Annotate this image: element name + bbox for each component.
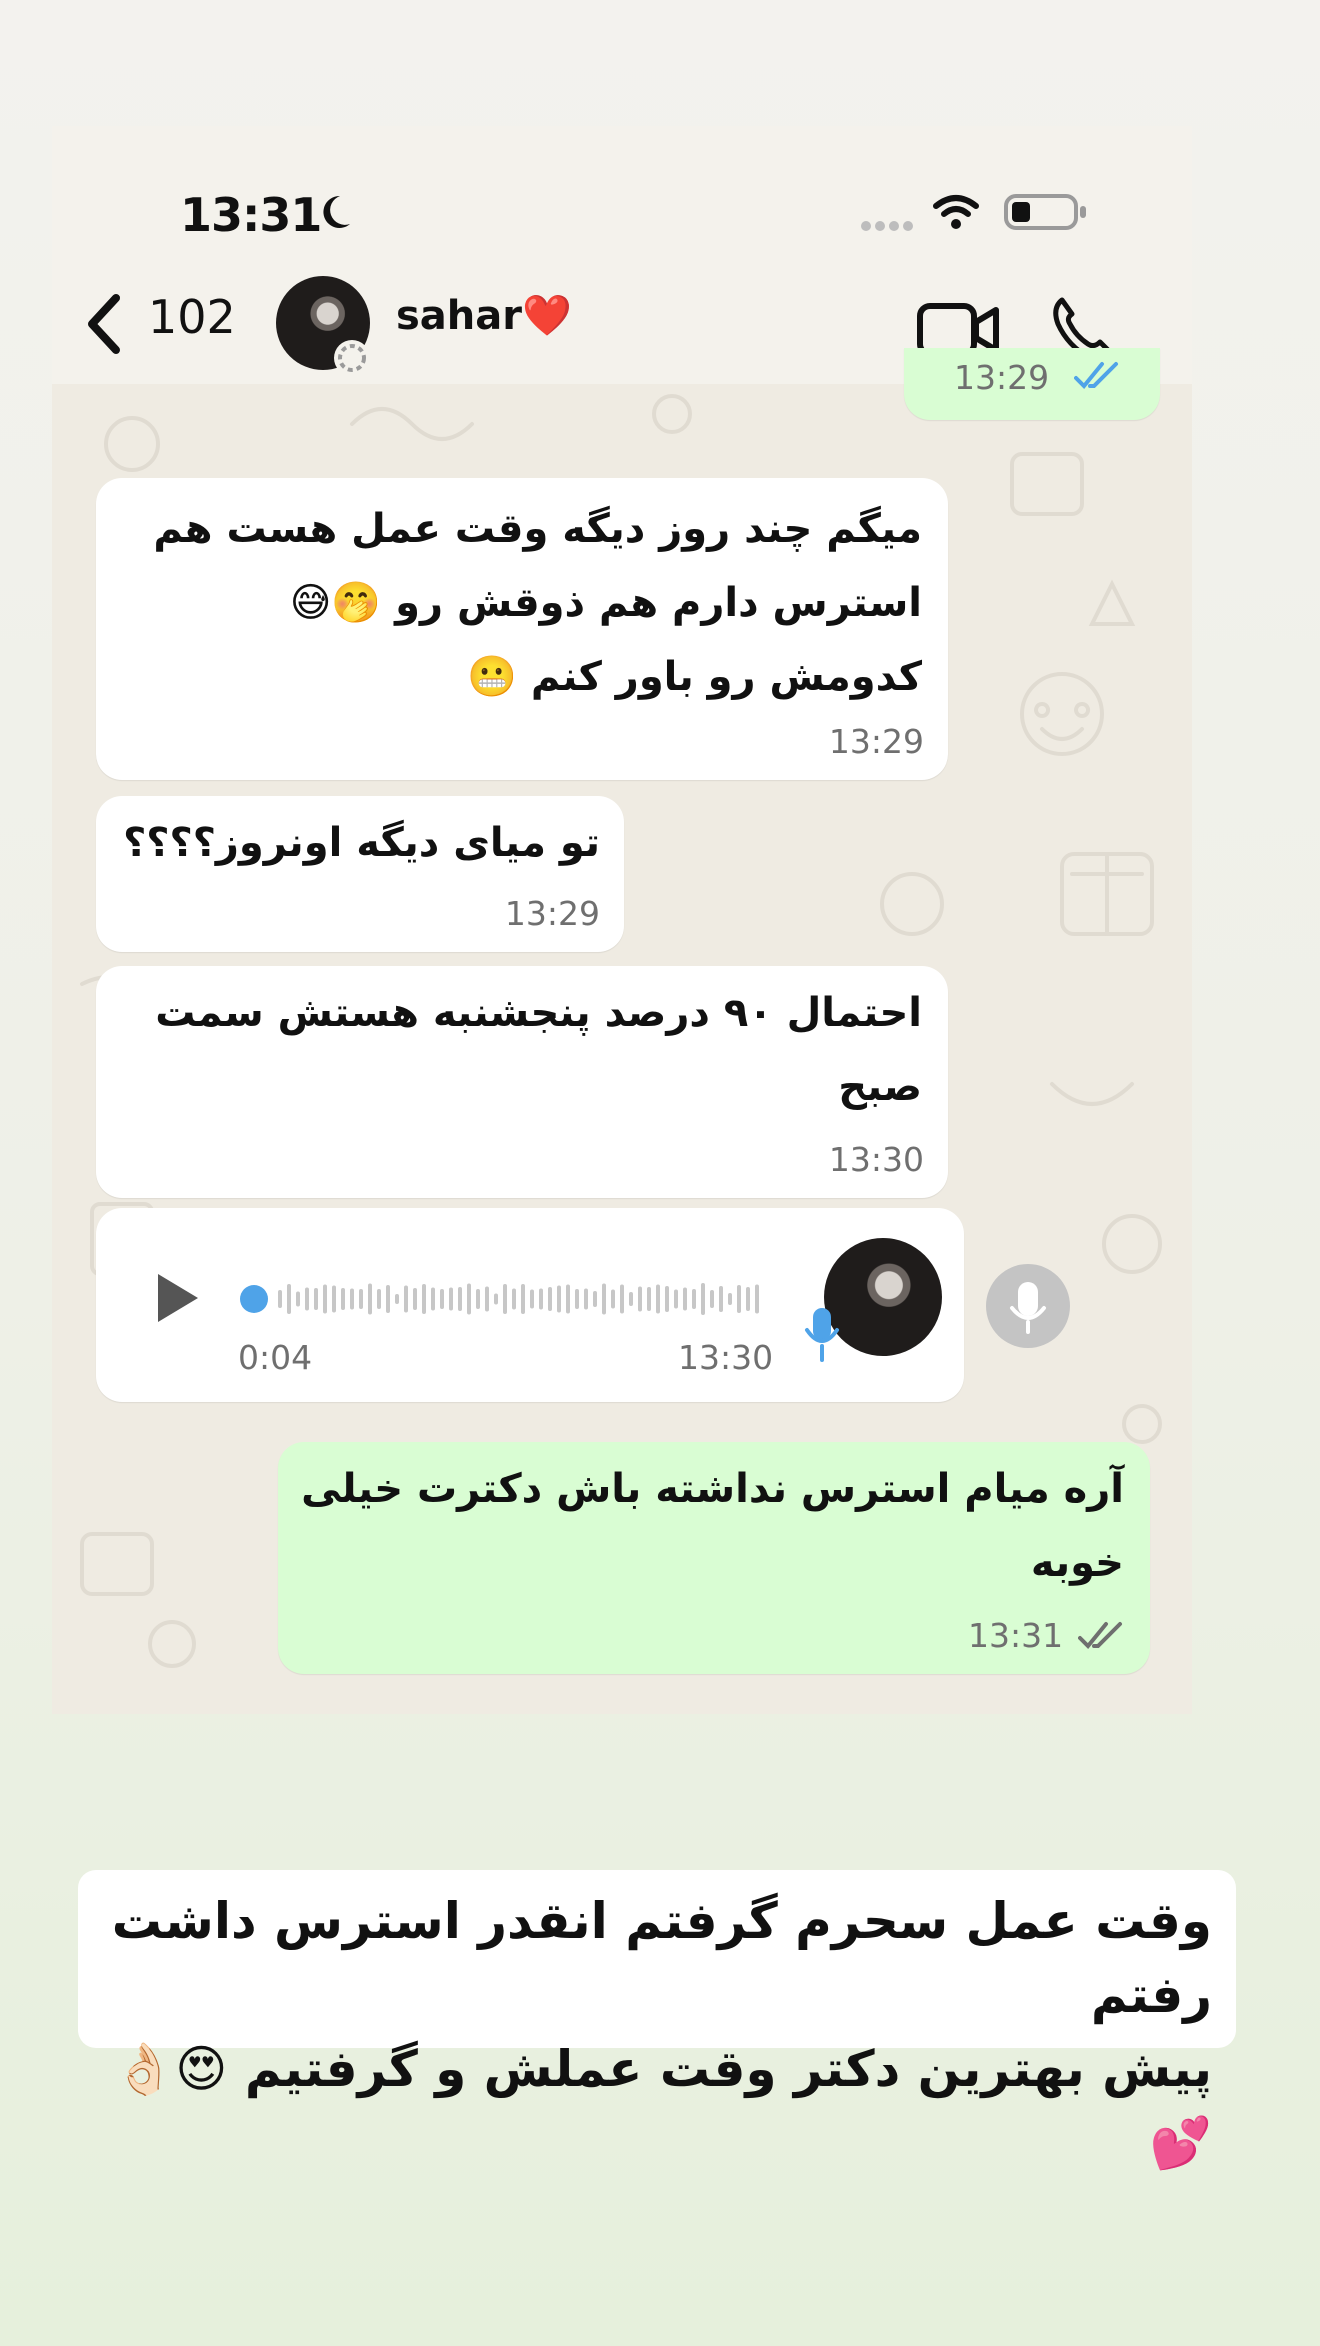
message-text: میگم چند روز دیگه وقت عمل هست هم استرس د… bbox=[153, 506, 922, 700]
waveform-bar bbox=[728, 1293, 732, 1305]
waveform-bar bbox=[521, 1284, 525, 1314]
waveform-bar bbox=[629, 1292, 633, 1306]
story-caption: وقت عمل سحرم گرفتم انقدر استرس داشت رفتم… bbox=[111, 1892, 1212, 2172]
audio-waveform[interactable] bbox=[238, 1274, 778, 1324]
message-text: آره میام استرس نداشته باش دکترت خیلی خوب… bbox=[301, 1466, 1124, 1586]
message-time: 13:31 bbox=[968, 1616, 1064, 1655]
microphone-icon bbox=[1010, 1282, 1046, 1334]
waveform-bar bbox=[485, 1286, 489, 1312]
status-bar: 13:31 bbox=[52, 126, 1192, 266]
waveform-bar bbox=[503, 1284, 507, 1314]
waveform-bar bbox=[332, 1285, 336, 1313]
waveform-bar bbox=[746, 1287, 750, 1311]
waveform-bar bbox=[467, 1283, 471, 1315]
chat-screenshot: 13:31 102 sahar❤️ 13:29 میگم چند روز دیگ… bbox=[52, 126, 1192, 1714]
waveform-bar bbox=[440, 1289, 444, 1309]
moon-icon bbox=[314, 192, 354, 236]
waveform-bar bbox=[539, 1288, 543, 1310]
waveform-bar bbox=[692, 1289, 696, 1309]
waveform-bar bbox=[278, 1290, 282, 1308]
waveform-bar bbox=[377, 1289, 381, 1309]
waveform-bar bbox=[494, 1293, 498, 1305]
contact-name[interactable]: sahar❤️ bbox=[396, 292, 572, 339]
message-time: 13:29 bbox=[954, 358, 1050, 397]
waveform-bar bbox=[683, 1287, 687, 1311]
waveform-bar bbox=[557, 1285, 561, 1313]
voice-duration: 0:04 bbox=[238, 1338, 313, 1377]
waveform-bar bbox=[449, 1287, 453, 1311]
double-tick-icon bbox=[1078, 1620, 1130, 1656]
waveform-bar bbox=[386, 1285, 390, 1313]
waveform-bar bbox=[674, 1289, 678, 1309]
unread-count[interactable]: 102 bbox=[148, 290, 236, 344]
waveform-bar bbox=[566, 1284, 570, 1314]
incoming-message[interactable]: تو میای دیگه اونروز؟؟؟؟ 13:29 bbox=[96, 796, 624, 952]
message-text: احتمال ۹۰ درصد پنجشنبه هستش سمت صبح bbox=[155, 990, 922, 1110]
waveform-bar bbox=[602, 1283, 606, 1315]
waveform-bar bbox=[575, 1289, 579, 1309]
waveform-bar bbox=[710, 1290, 714, 1308]
message-time: 13:30 bbox=[828, 1140, 924, 1179]
message-time: 13:29 bbox=[828, 722, 924, 761]
status-ring-icon bbox=[332, 338, 372, 382]
waveform-bar bbox=[620, 1284, 624, 1314]
message-time: 13:30 bbox=[678, 1338, 774, 1377]
waveform-bar bbox=[548, 1287, 552, 1311]
waveform-bar bbox=[476, 1289, 480, 1309]
waveform-bar bbox=[584, 1288, 588, 1310]
story-caption-box: وقت عمل سحرم گرفتم انقدر استرس داشت رفتم… bbox=[78, 1870, 1236, 2172]
outgoing-message[interactable]: آره میام استرس نداشته باش دکترت خیلی خوب… bbox=[278, 1442, 1150, 1674]
play-icon[interactable] bbox=[152, 1270, 202, 1330]
waveform-bar bbox=[611, 1289, 615, 1309]
waveform-bar bbox=[395, 1294, 399, 1304]
waveform-bar bbox=[314, 1288, 318, 1310]
waveform-bar bbox=[287, 1284, 291, 1314]
outgoing-message-partial[interactable]: 13:29 bbox=[904, 348, 1160, 420]
waveform-bar bbox=[638, 1286, 642, 1312]
waveform-bar bbox=[413, 1288, 417, 1310]
waveform-bar bbox=[350, 1288, 354, 1310]
read-ticks-icon bbox=[1074, 360, 1126, 396]
waveform-bar bbox=[341, 1288, 345, 1310]
status-time: 13:31 bbox=[180, 188, 322, 242]
waveform-bar bbox=[431, 1287, 435, 1311]
mic-button[interactable] bbox=[986, 1264, 1070, 1348]
back-chevron-icon[interactable] bbox=[84, 292, 124, 360]
waveform-bar bbox=[458, 1287, 462, 1311]
waveform-bar bbox=[323, 1284, 327, 1314]
waveform-bar bbox=[530, 1289, 534, 1309]
battery-icon bbox=[1004, 192, 1088, 236]
waveform-bar bbox=[647, 1287, 651, 1311]
waveform-bar bbox=[305, 1287, 309, 1311]
waveform-bar bbox=[422, 1284, 426, 1314]
incoming-message[interactable]: میگم چند روز دیگه وقت عمل هست هم استرس د… bbox=[96, 478, 948, 780]
incoming-message[interactable]: احتمال ۹۰ درصد پنجشنبه هستش سمت صبح 13:3… bbox=[96, 966, 948, 1198]
voice-message[interactable]: 0:04 13:30 bbox=[96, 1208, 964, 1402]
waveform-bar bbox=[368, 1283, 372, 1315]
waveform-bar bbox=[359, 1289, 363, 1309]
waveform-bar bbox=[665, 1286, 669, 1312]
signal-icon bbox=[860, 218, 920, 237]
message-time: 13:29 bbox=[504, 894, 600, 933]
waveform-bar bbox=[404, 1285, 408, 1313]
mic-badge-icon bbox=[802, 1304, 842, 1368]
waveform-bar bbox=[296, 1291, 300, 1307]
waveform-bar bbox=[701, 1283, 705, 1315]
message-text: تو میای دیگه اونروز؟؟؟؟ bbox=[123, 820, 600, 866]
waveform-bar bbox=[755, 1284, 759, 1314]
waveform-bar bbox=[719, 1286, 723, 1312]
waveform-bar bbox=[737, 1285, 741, 1313]
waveform-bar bbox=[593, 1291, 597, 1307]
wifi-icon bbox=[932, 192, 980, 236]
waveform-bar bbox=[656, 1284, 660, 1314]
waveform-bar bbox=[512, 1288, 516, 1310]
